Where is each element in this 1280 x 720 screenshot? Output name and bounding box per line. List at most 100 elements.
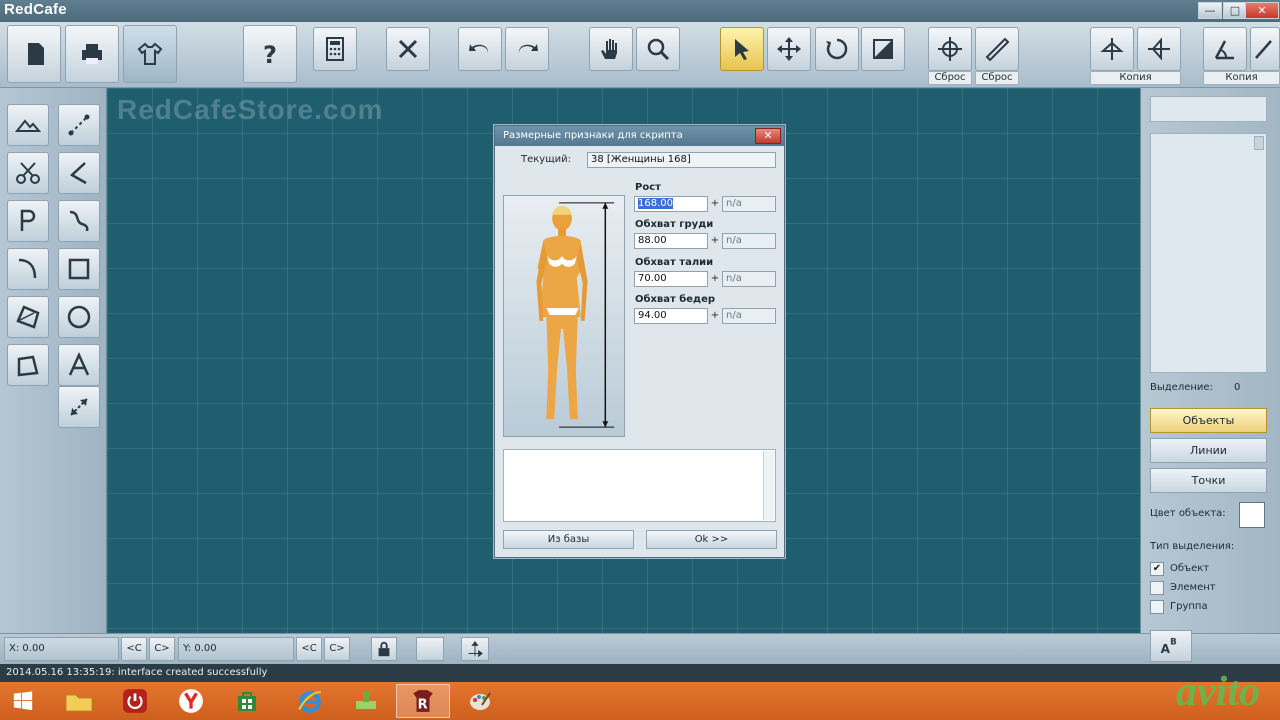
letter-a-icon [68, 351, 90, 376]
y-right-button[interactable]: C> [324, 637, 350, 661]
help-button[interactable]: ? [243, 25, 297, 83]
scissors-tool[interactable] [7, 152, 49, 194]
palette-icon [470, 692, 491, 710]
undo-button[interactable] [458, 27, 502, 71]
y-label: Y: [183, 643, 192, 654]
calculator-button[interactable] [313, 27, 357, 71]
p-curve-tool[interactable] [7, 200, 49, 242]
internet-explorer-icon [298, 691, 322, 713]
delete-button[interactable] [386, 27, 430, 71]
circle-icon [67, 305, 91, 329]
close-window-button[interactable]: ✕ [1245, 2, 1279, 19]
start-button[interactable] [0, 684, 46, 718]
height-input[interactable]: 168.00 [634, 196, 708, 212]
freeform-tool[interactable] [7, 344, 49, 386]
garment-button[interactable] [123, 25, 177, 83]
object-color-swatch[interactable] [1239, 502, 1265, 528]
move-tool-button[interactable] [767, 27, 811, 71]
triangle-tool[interactable] [7, 104, 49, 146]
reset-point-button[interactable] [928, 27, 972, 71]
folder-icon [65, 694, 93, 712]
mirror-horizontal-button[interactable] [1137, 27, 1181, 71]
blank-toggle-button[interactable] [416, 637, 444, 661]
x-right-button[interactable]: C> [149, 637, 175, 661]
taskbar-yandex[interactable] [164, 684, 218, 718]
compass-point-icon [938, 37, 962, 61]
y-left-button[interactable]: <C [296, 637, 322, 661]
line-point-tool[interactable] [58, 104, 100, 146]
arc-tool[interactable] [7, 248, 49, 290]
hips-plus-button[interactable]: + [709, 308, 721, 324]
taskbar-ie[interactable] [283, 684, 337, 718]
lines-button[interactable]: Линии [1150, 438, 1267, 463]
calculator-icon [326, 37, 344, 61]
objects-list[interactable] [1150, 133, 1267, 373]
copy-extra-button[interactable] [1250, 27, 1280, 71]
chest-input[interactable]: 88.00 [634, 233, 708, 249]
taskbar-power[interactable] [108, 684, 162, 718]
from-database-button[interactable]: Из базы [503, 530, 634, 549]
y-coordinate-field[interactable]: Y: 0.00 [178, 637, 294, 661]
mirror-horizontal-icon [1148, 37, 1170, 61]
taskbar-redcafe[interactable]: R [396, 684, 450, 718]
reset-ruler-button[interactable] [975, 27, 1019, 71]
measurements-dialog: Размерные признаки для скрипта ✕ Текущий… [494, 125, 785, 558]
waist-input[interactable]: 70.00 [634, 271, 708, 287]
windows-logo-icon [13, 691, 33, 711]
points-button[interactable]: Точки [1150, 468, 1267, 493]
taskbar-store[interactable] [220, 684, 274, 718]
text-orientation-button[interactable]: AB [1150, 630, 1192, 662]
object-color-label: Цвет объекта: [1150, 508, 1226, 519]
text-tool[interactable] [58, 344, 100, 386]
list-scrollbar[interactable] [1254, 136, 1264, 150]
dotted-line-icon [68, 114, 90, 136]
select-tool-button[interactable] [720, 27, 764, 71]
checkbox-object[interactable]: ✔ [1150, 562, 1164, 576]
copy-rotate-button[interactable] [1203, 27, 1247, 71]
polygon-icon [16, 305, 40, 329]
description-textarea[interactable] [503, 449, 776, 522]
axis-button[interactable] [461, 637, 489, 661]
current-size-field[interactable]: 38 [Женщины 168] [587, 152, 776, 168]
chest-plus-button[interactable]: + [709, 233, 721, 249]
s-curve-tool[interactable] [58, 200, 100, 242]
pan-button[interactable] [589, 27, 633, 71]
shirt-icon [137, 42, 163, 65]
polygon-tool[interactable] [7, 296, 49, 338]
taskbar-explorer[interactable] [52, 684, 106, 718]
waist-plus-button[interactable]: + [709, 271, 721, 287]
rectangle-tool[interactable] [58, 248, 100, 290]
x-coordinate-field[interactable]: X: 0.00 [4, 637, 119, 661]
taskbar-app-green[interactable] [339, 684, 393, 718]
objects-button[interactable]: Объекты [1150, 408, 1267, 433]
print-button[interactable] [65, 25, 119, 83]
dimension-tool[interactable] [58, 386, 100, 428]
redo-button[interactable] [505, 27, 549, 71]
hips-input[interactable]: 94.00 [634, 308, 708, 324]
angle-line-tool[interactable] [58, 152, 100, 194]
new-file-button[interactable] [7, 25, 61, 83]
height-plus-button[interactable]: + [709, 196, 721, 212]
zoom-button[interactable] [636, 27, 680, 71]
scale-tool-button[interactable] [861, 27, 905, 71]
maximize-button[interactable]: □ [1223, 2, 1247, 19]
taskbar-paint[interactable] [453, 684, 507, 718]
object-name-box[interactable] [1150, 96, 1267, 122]
lock-button[interactable] [371, 637, 397, 661]
ok-button[interactable]: Ok >> [646, 530, 777, 549]
textarea-scrollbar[interactable] [763, 451, 774, 520]
rotate-tool-button[interactable] [815, 27, 859, 71]
yandex-y-icon [179, 689, 203, 713]
angle-icon [1214, 40, 1234, 60]
hips-na-field: n/a [722, 308, 776, 324]
x-left-button[interactable]: <C [121, 637, 147, 661]
checkbox-group[interactable] [1150, 600, 1164, 614]
circle-tool[interactable] [58, 296, 100, 338]
left-toolbox [0, 88, 107, 633]
mirror-vertical-button[interactable] [1090, 27, 1134, 71]
minimize-button[interactable]: — [1198, 2, 1222, 19]
option-element-label: Элемент [1170, 582, 1216, 593]
waist-na-field: n/a [722, 271, 776, 287]
checkbox-element[interactable] [1150, 581, 1164, 595]
dialog-close-button[interactable]: ✕ [755, 128, 781, 144]
